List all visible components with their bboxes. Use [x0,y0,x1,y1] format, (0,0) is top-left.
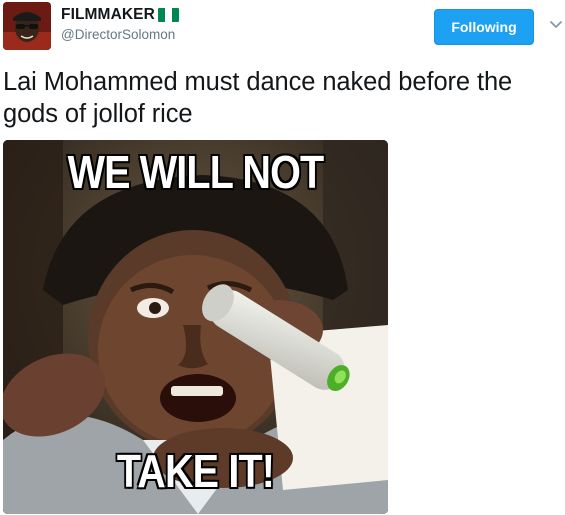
display-name[interactable]: FILMMAKER [61,6,155,24]
nigeria-flag-icon [157,8,179,22]
following-button[interactable]: Following [434,9,534,45]
name-row: FILMMAKER [61,6,179,24]
meme-caption-top: WE WILL NOT [67,145,325,199]
avatar[interactable] [3,2,51,50]
user-handle[interactable]: @DirectorSolomon [61,27,179,42]
chevron-down-icon[interactable] [549,20,563,30]
user-info: FILMMAKER @DirectorSolomon [61,6,179,42]
tweet-card: FILMMAKER @DirectorSolomon Following Lai… [0,0,565,515]
tweet-media-image[interactable]: WE WILL NOT TAKE IT! [3,140,388,514]
tweet-text: Lai Mohammed must dance naked before the… [3,68,513,128]
meme-caption-bottom: TAKE IT! [116,444,276,498]
avatar-image [3,2,51,50]
